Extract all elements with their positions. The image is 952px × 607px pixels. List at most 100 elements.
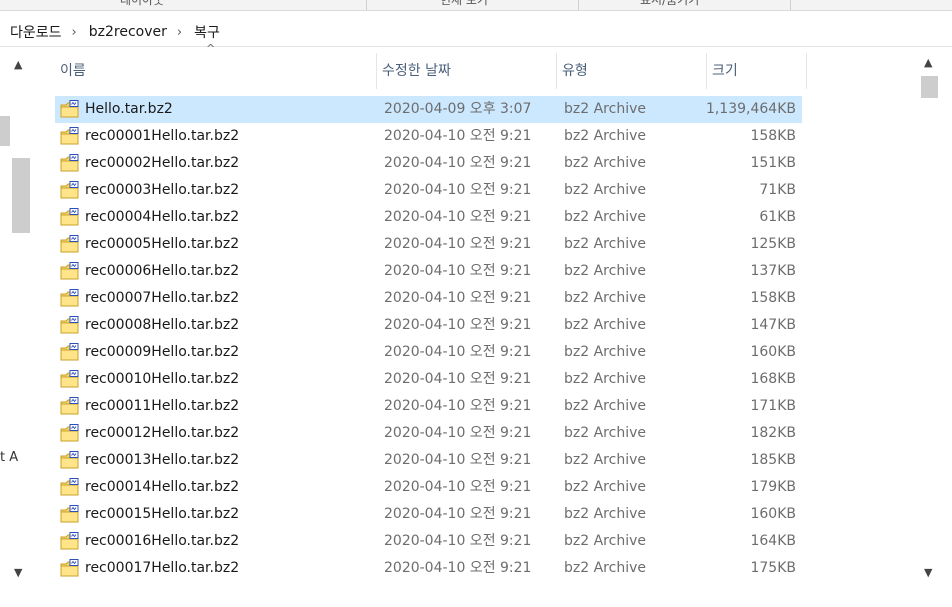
breadcrumb-item-downloads[interactable]: 다운로드 bbox=[0, 22, 66, 42]
bz2-file-icon bbox=[60, 559, 80, 577]
file-list-scrollbar[interactable]: ▲ ▼ bbox=[918, 50, 940, 585]
file-name: rec00003Hello.tar.bz2 bbox=[85, 182, 240, 198]
file-date: 2020-04-10 오전 9:21 bbox=[384, 128, 532, 144]
file-row[interactable]: rec00007Hello.tar.bz2 2020-04-10 오전 9:21 b… bbox=[55, 285, 802, 312]
ribbon-strip: 레이아웃 현재 보기 표시/숨기기 bbox=[0, 0, 952, 11]
file-size: 179KB bbox=[750, 479, 796, 495]
scroll-up-icon[interactable]: ▲ bbox=[924, 56, 932, 69]
bz2-file-icon bbox=[60, 451, 80, 469]
file-size: 160KB bbox=[750, 506, 796, 522]
file-name: rec00011Hello.tar.bz2 bbox=[85, 398, 240, 414]
scroll-up-icon[interactable]: ▲ bbox=[14, 58, 22, 71]
file-name: rec00004Hello.tar.bz2 bbox=[85, 209, 240, 225]
file-date: 2020-04-10 오전 9:21 bbox=[384, 209, 532, 225]
nav-pane-scrollbar[interactable]: ▲ t A ▼ bbox=[0, 50, 34, 590]
file-row[interactable]: rec00011Hello.tar.bz2 2020-04-10 오전 9:21 b… bbox=[55, 393, 802, 420]
bz2-file-icon bbox=[60, 532, 80, 550]
file-date: 2020-04-10 오전 9:21 bbox=[384, 317, 532, 333]
file-name: rec00012Hello.tar.bz2 bbox=[85, 425, 240, 441]
bz2-file-icon bbox=[60, 208, 80, 226]
file-row[interactable]: rec00012Hello.tar.bz2 2020-04-10 오전 9:21 b… bbox=[55, 420, 802, 447]
breadcrumb-item-bz2recover[interactable]: bz2recover bbox=[79, 24, 171, 40]
file-date: 2020-04-10 오전 9:21 bbox=[384, 371, 532, 387]
scroll-down-icon[interactable]: ▼ bbox=[924, 566, 932, 579]
ribbon-layout-label[interactable]: 레이아웃 bbox=[120, 0, 164, 8]
file-type: bz2 Archive bbox=[564, 236, 646, 252]
file-name: rec00002Hello.tar.bz2 bbox=[85, 155, 240, 171]
file-date: 2020-04-10 오전 9:21 bbox=[384, 344, 532, 360]
breadcrumb-item-recovery[interactable]: 복구 bbox=[184, 22, 224, 42]
bz2-file-icon bbox=[60, 127, 80, 145]
file-size: 185KB bbox=[750, 452, 796, 468]
bz2-file-icon bbox=[60, 397, 80, 415]
column-header-date-label: 수정한 날짜 bbox=[382, 63, 451, 79]
file-size: 61KB bbox=[759, 209, 796, 225]
file-row[interactable]: rec00015Hello.tar.bz2 2020-04-10 오전 9:21 b… bbox=[55, 501, 802, 528]
file-name: rec00005Hello.tar.bz2 bbox=[85, 236, 240, 252]
bz2-file-icon bbox=[60, 289, 80, 307]
column-header-row: ^ 이름 수정한 날짜 유형 크기 bbox=[55, 42, 807, 89]
file-row[interactable]: rec00017Hello.tar.bz2 2020-04-10 오전 9:21 b… bbox=[55, 555, 802, 582]
breadcrumb: 다운로드 › bz2recover › 복구 bbox=[0, 18, 952, 47]
file-name: rec00016Hello.tar.bz2 bbox=[85, 533, 240, 549]
scroll-thumb[interactable] bbox=[921, 76, 938, 98]
ribbon-show-hide-label[interactable]: 표시/숨기기 bbox=[640, 0, 699, 8]
ribbon-divider bbox=[366, 0, 367, 10]
ribbon-divider bbox=[578, 0, 579, 10]
nav-scroll-thumb[interactable] bbox=[12, 158, 30, 233]
file-row[interactable]: Hello.tar.bz2 2020-04-09 오후 3:07 bz2 Archi… bbox=[55, 96, 802, 123]
file-type: bz2 Archive bbox=[564, 290, 646, 306]
file-date: 2020-04-10 오전 9:21 bbox=[384, 560, 532, 576]
file-type: bz2 Archive bbox=[564, 155, 646, 171]
file-row[interactable]: rec00005Hello.tar.bz2 2020-04-10 오전 9:21 b… bbox=[55, 231, 802, 258]
file-row[interactable]: rec00001Hello.tar.bz2 2020-04-10 오전 9:21 b… bbox=[55, 123, 802, 150]
file-date: 2020-04-10 오전 9:21 bbox=[384, 425, 532, 441]
file-type: bz2 Archive bbox=[564, 209, 646, 225]
file-row[interactable]: rec00004Hello.tar.bz2 2020-04-10 오전 9:21 b… bbox=[55, 204, 802, 231]
file-date: 2020-04-10 오전 9:21 bbox=[384, 155, 532, 171]
file-size: 158KB bbox=[750, 128, 796, 144]
file-name: rec00014Hello.tar.bz2 bbox=[85, 479, 240, 495]
file-type: bz2 Archive bbox=[564, 479, 646, 495]
column-header-size[interactable]: 크기 bbox=[707, 53, 807, 89]
file-name: rec00009Hello.tar.bz2 bbox=[85, 344, 240, 360]
column-header-name[interactable]: 이름 bbox=[55, 53, 377, 89]
column-header-type-label: 유형 bbox=[562, 63, 588, 79]
file-row[interactable]: rec00006Hello.tar.bz2 2020-04-10 오전 9:21 b… bbox=[55, 258, 802, 285]
file-type: bz2 Archive bbox=[564, 182, 646, 198]
bz2-file-icon bbox=[60, 478, 80, 496]
column-header-name-label: 이름 bbox=[60, 63, 86, 79]
column-header-date[interactable]: 수정한 날짜 bbox=[377, 53, 557, 89]
file-row[interactable]: rec00002Hello.tar.bz2 2020-04-10 오전 9:21 b… bbox=[55, 150, 802, 177]
file-row[interactable]: rec00010Hello.tar.bz2 2020-04-10 오전 9:21 b… bbox=[55, 366, 802, 393]
file-type: bz2 Archive bbox=[564, 263, 646, 279]
file-name: rec00006Hello.tar.bz2 bbox=[85, 263, 240, 279]
file-size: 147KB bbox=[750, 317, 796, 333]
chevron-right-icon[interactable]: › bbox=[66, 25, 79, 40]
file-size: 171KB bbox=[750, 398, 796, 414]
file-size: 71KB bbox=[759, 182, 796, 198]
file-name: Hello.tar.bz2 bbox=[85, 101, 173, 117]
file-row[interactable]: rec00014Hello.tar.bz2 2020-04-10 오전 9:21 b… bbox=[55, 474, 802, 501]
file-name: rec00001Hello.tar.bz2 bbox=[85, 128, 240, 144]
file-date: 2020-04-10 오전 9:21 bbox=[384, 398, 532, 414]
scroll-down-icon[interactable]: ▼ bbox=[14, 566, 22, 579]
file-list: Hello.tar.bz2 2020-04-09 오후 3:07 bz2 Archi… bbox=[55, 96, 802, 582]
column-header-type[interactable]: 유형 bbox=[557, 53, 707, 89]
file-size: 137KB bbox=[750, 263, 796, 279]
file-type: bz2 Archive bbox=[564, 344, 646, 360]
file-name: rec00010Hello.tar.bz2 bbox=[85, 371, 240, 387]
nav-pane-edge bbox=[0, 116, 10, 146]
file-row[interactable]: rec00016Hello.tar.bz2 2020-04-10 오전 9:21 b… bbox=[55, 528, 802, 555]
file-row[interactable]: rec00003Hello.tar.bz2 2020-04-10 오전 9:21 b… bbox=[55, 177, 802, 204]
file-name: rec00007Hello.tar.bz2 bbox=[85, 290, 240, 306]
ribbon-current-view-label[interactable]: 현재 보기 bbox=[440, 0, 488, 8]
file-date: 2020-04-10 오전 9:21 bbox=[384, 452, 532, 468]
file-row[interactable]: rec00008Hello.tar.bz2 2020-04-10 오전 9:21 b… bbox=[55, 312, 802, 339]
file-type: bz2 Archive bbox=[564, 560, 646, 576]
file-row[interactable]: rec00009Hello.tar.bz2 2020-04-10 오전 9:21 b… bbox=[55, 339, 802, 366]
chevron-right-icon[interactable]: › bbox=[171, 25, 184, 40]
bz2-file-icon bbox=[60, 343, 80, 361]
file-row[interactable]: rec00013Hello.tar.bz2 2020-04-10 오전 9:21 b… bbox=[55, 447, 802, 474]
bz2-file-icon bbox=[60, 181, 80, 199]
